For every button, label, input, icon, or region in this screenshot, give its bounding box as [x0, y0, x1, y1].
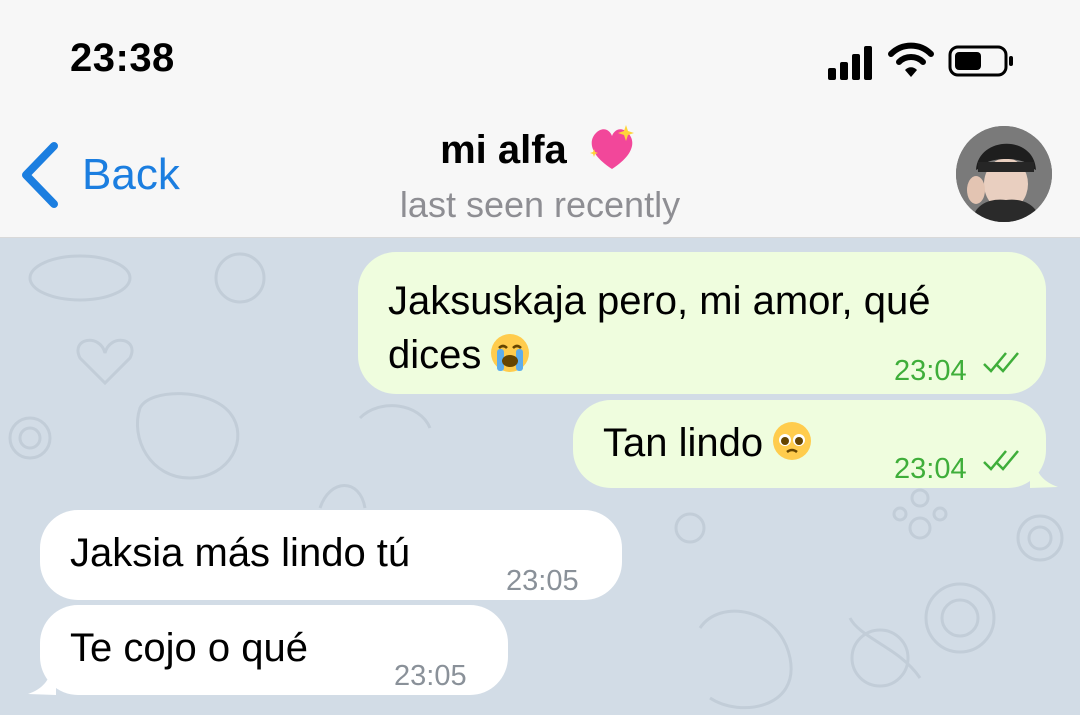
incoming-message[interactable]: Jaksia más lindo tú 23:05	[40, 510, 622, 600]
message-text: Te cojo o qué	[70, 626, 308, 670]
last-seen-status: last seen recently	[399, 184, 681, 225]
double-check-icon	[983, 450, 1019, 471]
chat-header: 23:38 Back mi alfa last seen recently	[0, 0, 1080, 238]
outgoing-message[interactable]: Tan lindo 23:04	[573, 400, 1046, 488]
double-check-icon	[983, 352, 1019, 373]
bubble-tail	[1030, 458, 1058, 488]
message-time: 23:04	[894, 355, 967, 387]
message-time: 23:05	[506, 565, 579, 597]
pleading-face-icon	[771, 420, 813, 476]
chat-title-text: mi alfa	[440, 128, 567, 172]
status-icons	[828, 40, 1028, 80]
bubble-tail	[28, 665, 56, 695]
status-time: 23:38	[70, 36, 175, 80]
battery-icon	[948, 43, 1014, 84]
wifi-icon	[888, 40, 934, 85]
message-text: Jaksia más lindo tú	[70, 531, 411, 575]
outgoing-message[interactable]: Jaksuskaja pero, mi amor, qué dices 23:0…	[358, 252, 1046, 394]
message-time: 23:04	[894, 453, 967, 485]
chat-title[interactable]: mi alfa	[0, 123, 1080, 183]
incoming-message[interactable]: Te cojo o qué 23:05	[40, 605, 508, 695]
chat-area[interactable]: Jaksuskaja pero, mi amor, qué dices 23:0…	[0, 238, 1080, 715]
message-text: Tan lindo	[603, 416, 813, 476]
loudly-crying-face-icon	[489, 332, 531, 388]
message-text: Jaksuskaja pero, mi amor, qué dices	[388, 274, 930, 388]
sparkling-heart-icon	[586, 123, 640, 183]
message-time: 23:05	[394, 660, 467, 692]
avatar[interactable]	[956, 126, 1052, 222]
